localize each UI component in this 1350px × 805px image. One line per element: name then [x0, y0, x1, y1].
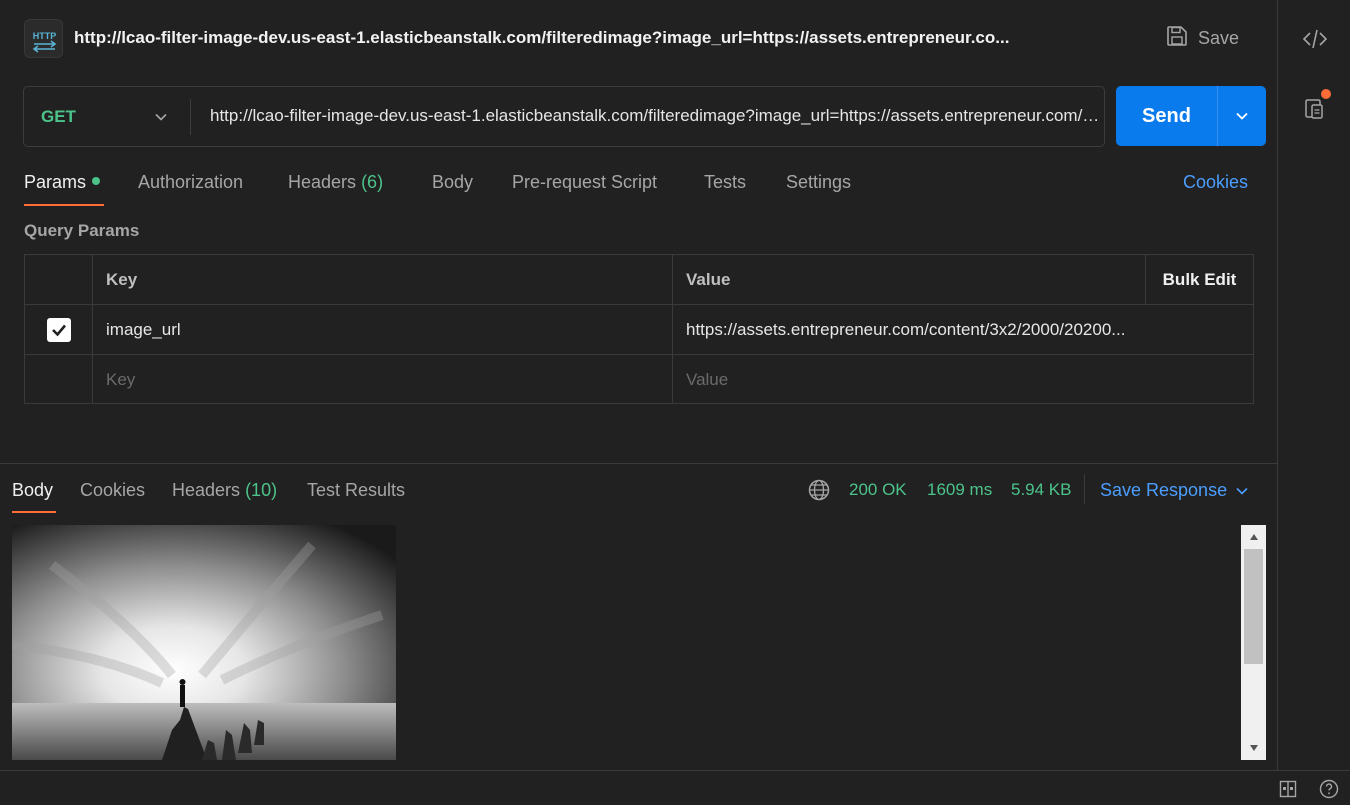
scroll-down-arrow-icon[interactable]: [1241, 738, 1266, 758]
method-select[interactable]: GET: [24, 87, 190, 146]
param-checkbox-cell: [25, 305, 93, 354]
table-header-row: Key Value Bulk Edit: [25, 255, 1253, 305]
response-scrollbar[interactable]: [1241, 525, 1266, 760]
pane-divider[interactable]: [0, 463, 1277, 464]
tab-tests[interactable]: Tests: [704, 172, 746, 193]
send-options-chevron-icon[interactable]: [1218, 86, 1266, 146]
table-row-empty: Key Value: [25, 355, 1253, 404]
status-code[interactable]: 200 OK: [849, 480, 907, 500]
send-label: Send: [1142, 104, 1191, 127]
save-button[interactable]: Save: [1166, 25, 1239, 52]
request-url-bar: GET http://lcao-filter-image-dev.us-east…: [23, 86, 1105, 147]
scroll-thumb[interactable]: [1244, 549, 1263, 664]
active-tab-indicator: [24, 204, 104, 206]
cookies-link[interactable]: Cookies: [1183, 172, 1248, 193]
chevron-down-icon: [1236, 487, 1248, 495]
help-icon[interactable]: [1319, 779, 1339, 799]
param-checkbox[interactable]: [46, 317, 71, 342]
layout-toggle-icon[interactable]: [1278, 779, 1298, 799]
response-image: [12, 525, 396, 760]
response-tabs: Body Cookies Headers (10) Test Results 2…: [12, 474, 1272, 514]
url-input[interactable]: http://lcao-filter-image-dev.us-east-1.e…: [210, 106, 1100, 126]
tab-body[interactable]: Body: [432, 172, 473, 193]
response-tab-headers[interactable]: Headers (10): [172, 480, 277, 501]
header-check-cell: [25, 255, 93, 304]
empty-check-cell: [25, 355, 93, 404]
header-key: Key: [93, 255, 673, 304]
table-row: image_url https://assets.entrepreneur.co…: [25, 305, 1253, 355]
request-title-bar: HTTP http://lcao-filter-image-dev.us-eas…: [0, 0, 1277, 78]
query-params-table: Key Value Bulk Edit image_url https://as…: [24, 254, 1254, 404]
new-key-input[interactable]: Key: [93, 355, 673, 404]
param-value: https://assets.entrepreneur.com/content/…: [686, 319, 1126, 339]
response-time[interactable]: 1609 ms: [927, 480, 992, 500]
param-key: image_url: [106, 319, 181, 339]
send-button[interactable]: Send: [1116, 86, 1266, 146]
bulk-edit-button[interactable]: Bulk Edit: [1145, 255, 1253, 304]
tab-params[interactable]: Params: [24, 172, 101, 193]
response-tab-cookies[interactable]: Cookies: [80, 480, 145, 501]
tab-authorization[interactable]: Authorization: [138, 172, 243, 193]
new-value-input[interactable]: Value: [673, 355, 1253, 404]
response-tab-body[interactable]: Body: [12, 480, 53, 501]
status-bar: [0, 770, 1350, 805]
active-tab-indicator: [12, 511, 56, 513]
param-key-cell[interactable]: image_url: [93, 305, 673, 354]
svg-text:HTTP: HTTP: [33, 31, 57, 41]
tab-headers[interactable]: Headers (6): [288, 172, 383, 193]
query-params-title: Query Params: [24, 221, 140, 240]
notification-dot: [1321, 89, 1331, 99]
response-tab-test-results[interactable]: Test Results: [307, 480, 405, 501]
save-label: Save: [1198, 28, 1240, 48]
divider: [1084, 474, 1085, 504]
param-value-cell[interactable]: https://assets.entrepreneur.com/content/…: [673, 305, 1253, 354]
http-request-icon: HTTP: [24, 19, 63, 58]
scroll-up-arrow-icon[interactable]: [1241, 527, 1266, 547]
response-headers-count: (10): [245, 480, 278, 500]
save-disk-icon: [1166, 25, 1188, 52]
chevron-down-icon: [154, 109, 168, 129]
request-title[interactable]: http://lcao-filter-image-dev.us-east-1.e…: [74, 28, 1114, 48]
response-size[interactable]: 5.94 KB: [1011, 480, 1072, 500]
globe-icon[interactable]: [807, 478, 831, 507]
checkmark-icon: [51, 324, 66, 336]
request-tabs: Params Authorization Headers (6) Body Pr…: [24, 166, 1254, 206]
tab-settings[interactable]: Settings: [786, 172, 851, 193]
right-sidebar: [1277, 0, 1350, 770]
method-label: GET: [41, 106, 76, 126]
params-active-dot: [92, 177, 101, 186]
divider: [190, 99, 191, 135]
save-response-button[interactable]: Save Response: [1100, 480, 1249, 501]
headers-count: (6): [361, 172, 384, 192]
request-panel: HTTP http://lcao-filter-image-dev.us-eas…: [0, 0, 1277, 770]
tab-pre-request-script[interactable]: Pre-request Script: [512, 172, 657, 193]
code-icon[interactable]: [1300, 24, 1330, 54]
